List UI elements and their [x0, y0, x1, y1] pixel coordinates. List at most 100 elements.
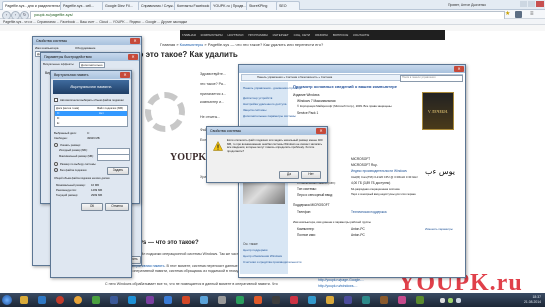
edition-heading: Издание Windows — [293, 93, 320, 97]
app-icon[interactable] — [254, 296, 262, 304]
phone-link[interactable]: Техническая поддержка — [351, 210, 387, 214]
sidebar-item-advanced[interactable]: Дополнительные параметры системы — [243, 114, 296, 118]
app-icon[interactable] — [236, 296, 244, 304]
app-icon[interactable] — [380, 296, 388, 304]
tab-hardware[interactable]: Оборудование — [75, 46, 95, 50]
nav-item[interactable]: ПРОГРАММЫ — [248, 33, 268, 37]
star-icon[interactable]: ★ — [505, 11, 512, 18]
breadcrumb-home[interactable]: Главная » — [160, 42, 180, 47]
pen-value: Перо и сенсорный ввод недоступны для это… — [351, 193, 416, 196]
close-icon[interactable]: ✕ — [120, 72, 130, 78]
sidebar-item-protection[interactable]: Защита системы — [243, 108, 266, 112]
maximize-icon[interactable] — [528, 1, 535, 7]
app-icon[interactable] — [110, 296, 118, 304]
app-icon[interactable] — [344, 296, 352, 304]
nav-item[interactable]: НОУТБУКИ — [227, 33, 243, 37]
max-size-label: Максимальный размер (МБ): — [59, 155, 94, 158]
table-row[interactable]: E: — [55, 121, 127, 126]
close-icon[interactable]: ✕ — [128, 54, 138, 60]
service-pack-value: Service Pack 1 — [297, 111, 319, 115]
start-button-icon[interactable] — [2, 295, 12, 305]
nav-item[interactable]: ГЛАВНАЯ — [182, 33, 196, 37]
app-icon[interactable] — [398, 296, 406, 304]
close-icon[interactable]: ✕ — [130, 38, 140, 44]
tab-advanced[interactable]: Дополнительно — [79, 62, 105, 68]
nav-item[interactable]: ОБЗОРЫ — [315, 33, 328, 37]
system-size-radio[interactable] — [54, 162, 58, 166]
app-icon[interactable] — [182, 296, 190, 304]
nav-item[interactable]: СОЦ. СЕТИ — [294, 33, 310, 37]
close-icon[interactable]: ✕ — [316, 128, 326, 134]
free-space-label: Свободно: — [54, 136, 68, 140]
rating-link[interactable]: Индекс производительности Windows — [351, 169, 407, 173]
address-toolbar: ‹ › ↻ youpk.ru/pagefile-sys/ ★ ≡ — [0, 10, 545, 20]
ok-button[interactable]: ОК — [81, 203, 103, 211]
no-button[interactable]: Нет — [301, 171, 321, 179]
app-icon[interactable] — [218, 296, 226, 304]
skype-icon[interactable] — [128, 296, 136, 304]
custom-size-radio[interactable] — [54, 143, 58, 147]
change-settings-link[interactable]: Изменить параметры — [425, 227, 453, 231]
drive-list[interactable]: Диск [метка тома] Файл подкачки (МБ) C: … — [54, 105, 128, 127]
section-paragraph: С него Windows обрабатывает все то, что … — [105, 282, 278, 286]
sidebar-link[interactable]: http://youpk.ru/page-Google-... — [318, 278, 364, 282]
breadcrumb-link[interactable]: Компьютеры — [180, 42, 204, 47]
app-icon[interactable] — [326, 296, 334, 304]
tab-visual-effects[interactable]: Визуальные эффекты — [43, 62, 74, 66]
set-button[interactable]: Задать — [107, 167, 129, 175]
nav-item[interactable]: ИНТЕРНЕТ — [273, 33, 289, 37]
sidebar-item-device-manager[interactable]: Диспетчер устройств — [243, 96, 272, 100]
nav-item[interactable]: КОНТАКТЫ — [353, 33, 369, 37]
breadcrumb-current: » Pagefile.sys — что это такое? Как удал… — [203, 42, 324, 47]
chrome-icon[interactable] — [92, 296, 100, 304]
explorer-icon[interactable] — [20, 296, 28, 304]
menu-icon[interactable]: ≡ — [530, 11, 538, 18]
cp-address-input[interactable]: Панель управления » Система и безопаснос… — [256, 75, 397, 80]
tab-computer-name[interactable]: Имя компьютера — [35, 46, 58, 50]
max-size-input[interactable] — [97, 154, 130, 161]
phone-label: Телефон: — [297, 210, 312, 214]
yes-button[interactable]: Да — [279, 171, 299, 179]
cancel-button[interactable]: Отмена — [105, 203, 129, 211]
tab-bar: Pagefile.sys - для и разделительно, деле… — [0, 0, 545, 13]
extension-icon[interactable] — [515, 11, 522, 18]
app-icon[interactable] — [146, 296, 154, 304]
sidebar-item-update[interactable]: Центр обновления Windows — [243, 254, 282, 258]
close-icon[interactable] — [536, 1, 544, 7]
nav-item[interactable]: ВОПРОСЫ — [333, 33, 348, 37]
system-size-label: Размер по выбору системы — [60, 162, 96, 166]
system-type-label: Тип системы: — [297, 187, 317, 191]
clock[interactable]: 18:37 21.08.2014 — [524, 295, 541, 304]
min-size-value: 16 МБ — [91, 183, 100, 187]
sidebar-item-support[interactable]: Центр поддержки — [243, 248, 267, 252]
list-header-size: Файл подкачки (МБ) — [97, 106, 124, 110]
sidebar-item-performance[interactable]: Счетчики и средства производительности — [243, 260, 301, 264]
no-pagefile-radio[interactable] — [54, 168, 58, 172]
app-icon[interactable] — [362, 296, 370, 304]
close-icon[interactable]: ✕ — [454, 66, 464, 72]
opera-icon[interactable] — [56, 296, 64, 304]
body-snippet: компьютер и... — [200, 100, 225, 104]
ie-icon[interactable] — [38, 296, 46, 304]
cp-search-input[interactable]: Поиск в панели управления — [400, 75, 463, 82]
sidebar-link[interactable]: http://youpk.ru/windows-... — [318, 284, 357, 288]
app-icon[interactable] — [200, 296, 208, 304]
alert-dialog: Свойства системы ✕ Если отключить файл п… — [206, 126, 328, 183]
app-icon[interactable] — [308, 296, 316, 304]
tray-icon[interactable] — [440, 298, 445, 303]
firefox-icon[interactable] — [74, 296, 82, 304]
app-icon[interactable] — [290, 296, 298, 304]
current-size-value: 2999 МБ — [91, 193, 103, 197]
nav-item[interactable]: КОМПЬЮТЕРЫ — [201, 33, 223, 37]
app-icon[interactable] — [416, 296, 424, 304]
auto-pagefile-checkbox[interactable] — [54, 98, 58, 102]
word-icon[interactable] — [164, 296, 172, 304]
oem-logo: V ЛЕЧЕБН. — [422, 92, 454, 130]
minimize-icon[interactable] — [520, 1, 527, 7]
network-icon[interactable] — [448, 298, 453, 303]
volume-icon[interactable] — [456, 298, 461, 303]
sidebar-item-remote[interactable]: Настройка удаленного доступа — [243, 102, 286, 106]
app-icon[interactable] — [272, 296, 280, 304]
selected-drive-value: C: — [87, 131, 90, 135]
full-name-value: Anton-PC — [351, 233, 365, 237]
